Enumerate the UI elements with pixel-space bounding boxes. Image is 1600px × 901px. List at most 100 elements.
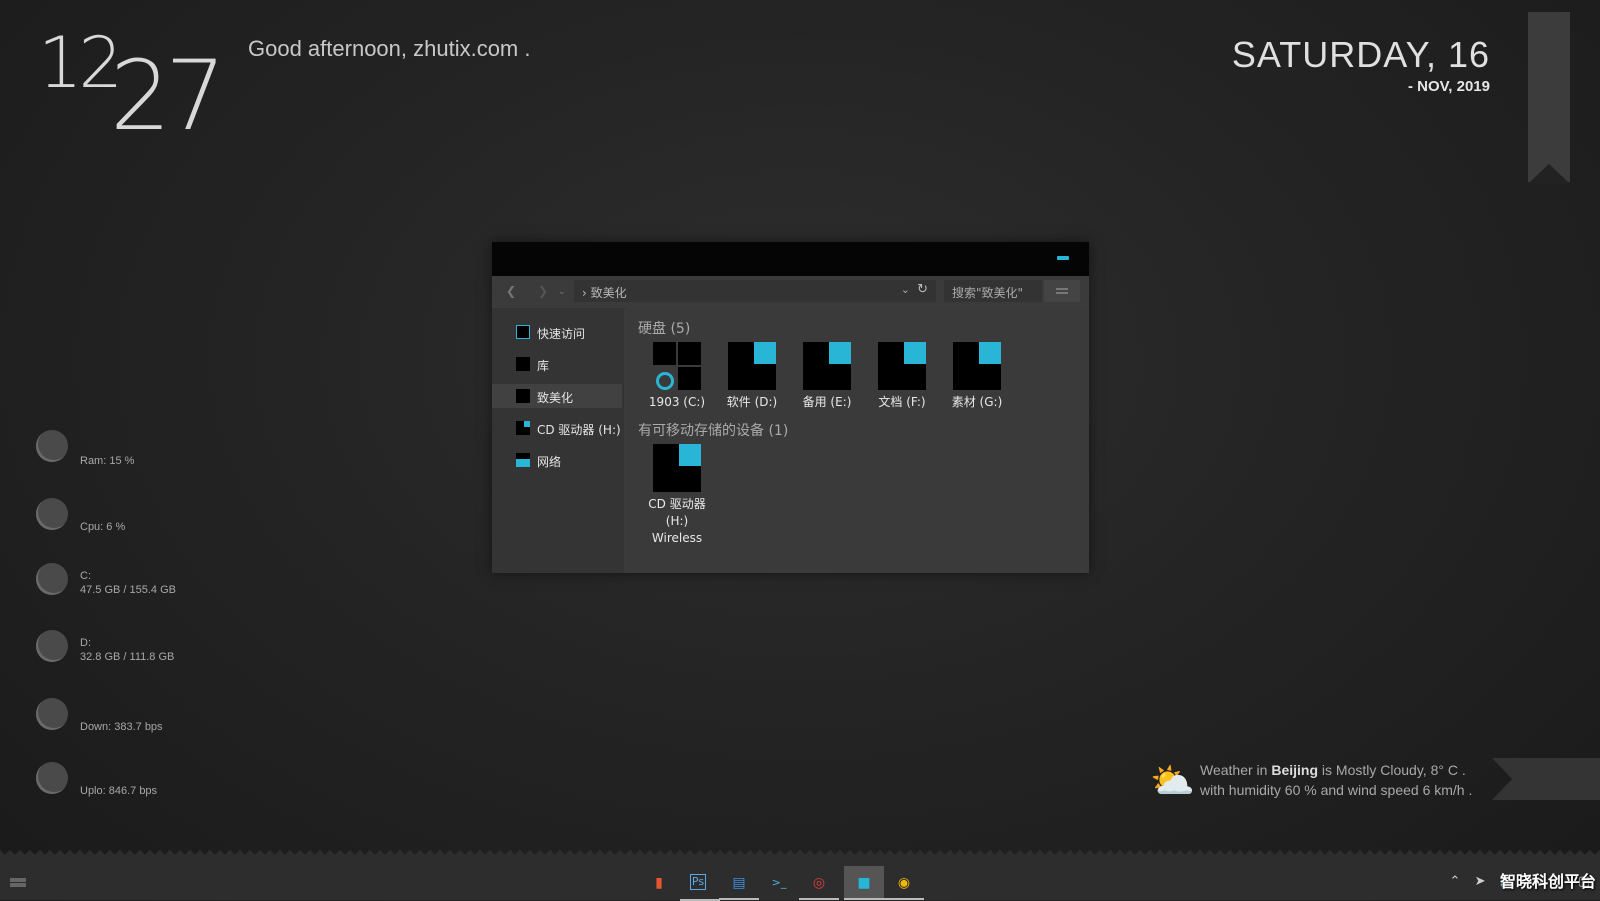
download-gauge-icon <box>36 698 68 730</box>
drive-item[interactable]: 备用 (E:) <box>792 342 862 411</box>
file-explorer-window: ❮ ❯ ⌄ › 致美化 ⌄ ↻ 搜索"致美化" 快速访问 库 致美化 CD 驱动… <box>492 242 1089 573</box>
breadcrumb-current[interactable]: 致美化 <box>591 286 627 300</box>
minimize-icon[interactable] <box>1057 256 1069 260</box>
drive-item[interactable]: 素材 (G:) <box>942 342 1012 411</box>
group-header-drives[interactable]: 硬盘 (5) <box>638 318 690 338</box>
stat-label: C: 47.5 GB / 155.4 GB <box>80 570 177 596</box>
menu-icon <box>1056 288 1068 290</box>
ram-gauge-icon <box>36 430 68 462</box>
stat-disk-c: C: 47.5 GB / 155.4 GB <box>36 563 276 613</box>
stat-label: D: 32.8 GB / 111.8 GB <box>80 637 175 663</box>
weather-tab <box>1492 758 1600 800</box>
office-icon[interactable]: ▮ <box>650 874 668 892</box>
terminal-icon[interactable]: >_ <box>770 874 788 892</box>
back-arrow-icon[interactable]: ❮ <box>506 284 516 298</box>
taskbar: ▮ Ps ▤ >_ ◎ ■ ◉ ⌃ ➤ 🔈 ▭ ▯ ▢ <box>0 860 1600 901</box>
nav-item-network[interactable]: 网络 <box>492 448 622 472</box>
weather-prefix: Weather in <box>1200 762 1268 778</box>
drive-item[interactable]: 文档 (F:) <box>867 342 937 411</box>
drive-icon <box>878 342 926 390</box>
search-input[interactable]: 搜索"致美化" <box>944 280 1042 302</box>
date-day: SATURDAY, 16 <box>1231 34 1490 75</box>
music-app-icon[interactable]: ◎ <box>799 874 839 900</box>
window-titlebar[interactable] <box>492 242 1089 276</box>
photoshop-icon[interactable]: Ps <box>680 874 720 901</box>
watermark-text: 智晓科创平台 <box>1499 872 1596 891</box>
clock-hours: 12 <box>38 22 123 104</box>
cloudy-sun-icon: ⛅ <box>1150 761 1195 802</box>
drive-label: 备用 (E:) <box>802 395 852 409</box>
nav-item-label: 致美化 <box>537 391 574 405</box>
bookmark-ribbon <box>1528 12 1570 182</box>
notes-icon[interactable]: ▤ <box>719 874 759 900</box>
weather-condition: is Mostly Cloudy, 8° C . <box>1321 762 1466 778</box>
address-bar[interactable]: › 致美化 ⌄ ↻ <box>574 280 936 302</box>
stat-down: Down: 383.7 bps <box>36 698 276 748</box>
search-placeholder: 搜索"致美化" <box>952 286 1024 300</box>
nav-item-label: 库 <box>537 359 550 373</box>
folder-icon <box>516 389 530 403</box>
start-menu-icon[interactable] <box>10 878 26 882</box>
weather-widget: ⛅ Weather in Beijing is Mostly Cloudy, 8… <box>1150 758 1480 802</box>
nav-item-library[interactable]: 库 <box>492 352 622 376</box>
drive-label: 软件 (D:) <box>726 395 778 409</box>
nav-item-label: 快速访问 <box>537 327 586 341</box>
nav-item-label: 网络 <box>537 455 562 469</box>
drive-icon <box>803 342 851 390</box>
library-icon <box>516 357 530 371</box>
removable-drive-item[interactable]: CD 驱动器 (H:) Wireless <box>642 444 712 547</box>
stat-label: Cpu: 6 % <box>80 521 126 533</box>
disk-c-gauge-icon <box>36 563 68 595</box>
stat-cpu: Cpu: 6 % <box>36 498 276 548</box>
nav-item-current-folder[interactable]: 致美化 <box>492 384 622 408</box>
date-widget: SATURDAY, 16 - NOV, 2019 <box>1232 34 1490 95</box>
taskbar-zigzag-edge <box>0 850 1600 860</box>
bookmark-ribbon-notch <box>1528 164 1570 184</box>
recent-dropdown-icon[interactable]: ⌄ <box>558 287 566 297</box>
refresh-icon[interactable]: ↻ <box>917 282 928 297</box>
address-toolbar: ❮ ❯ ⌄ › 致美化 ⌄ ↻ 搜索"致美化" <box>492 276 1089 309</box>
drive-label: 文档 (F:) <box>878 395 926 409</box>
nav-item-label: CD 驱动器 (H:) <box>537 423 621 437</box>
stat-disk-d: D: 32.8 GB / 111.8 GB <box>36 630 276 680</box>
navigation-pane: 快速访问 库 致美化 CD 驱动器 (H:) 网络 <box>492 308 624 573</box>
system-drive-icon <box>653 342 701 390</box>
forward-arrow-icon[interactable]: ❯ <box>538 284 548 298</box>
drive-icon <box>953 342 1001 390</box>
content-pane: 硬盘 (5) 1903 (C:) 软件 (D:) 备用 (E:) 文档 (F:)… <box>626 308 1089 573</box>
greeting-text: Good afternoon, zhutix.com . <box>248 36 531 61</box>
stat-ram: Ram: 15 % <box>36 430 276 480</box>
weather-details: with humidity 60 % and wind speed 6 km/h… <box>1200 782 1473 798</box>
quick-access-icon <box>516 325 530 339</box>
network-icon <box>516 453 530 467</box>
group-header-removable[interactable]: 有可移动存储的设备 (1) <box>638 420 788 440</box>
show-hidden-icons[interactable]: ⌃ <box>1450 874 1461 889</box>
nav-item-quick-access[interactable]: 快速访问 <box>492 320 622 344</box>
cpu-gauge-icon <box>36 498 68 530</box>
drive-label: 素材 (G:) <box>951 395 1003 409</box>
view-options-button[interactable] <box>1044 280 1080 302</box>
drive-item[interactable]: 1903 (C:) <box>642 342 712 411</box>
weather-city: Beijing <box>1271 762 1319 778</box>
clock-minutes: 27 <box>110 40 226 152</box>
date-month: - NOV, 2019 <box>1408 78 1490 95</box>
address-dropdown-icon[interactable]: ⌄ <box>901 283 910 296</box>
stat-label: Ram: 15 % <box>80 455 135 467</box>
file-explorer-icon[interactable]: ■ <box>844 874 884 900</box>
drive-label: CD 驱动器 (H:) Wireless <box>648 497 706 545</box>
stat-up: Uplo: 846.7 bps <box>36 762 276 812</box>
disk-d-gauge-icon <box>36 630 68 662</box>
drive-label: 1903 (C:) <box>648 395 706 409</box>
weather-text: Weather in Beijing is Mostly Cloudy, 8° … <box>1200 760 1472 800</box>
chrome-icon[interactable]: ◉ <box>884 874 924 900</box>
cd-drive-icon <box>653 444 701 492</box>
nav-item-cd-drive[interactable]: CD 驱动器 (H:) <box>492 416 622 440</box>
cd-drive-icon <box>516 421 530 435</box>
drive-item[interactable]: 软件 (D:) <box>717 342 787 411</box>
drive-icon <box>728 342 776 390</box>
stat-label: Uplo: 846.7 bps <box>80 785 158 797</box>
stat-label: Down: 383.7 bps <box>80 721 163 733</box>
breadcrumb[interactable]: › 致美化 <box>582 284 627 301</box>
upload-gauge-icon <box>36 762 68 794</box>
telegram-icon[interactable]: ➤ <box>1475 874 1486 889</box>
